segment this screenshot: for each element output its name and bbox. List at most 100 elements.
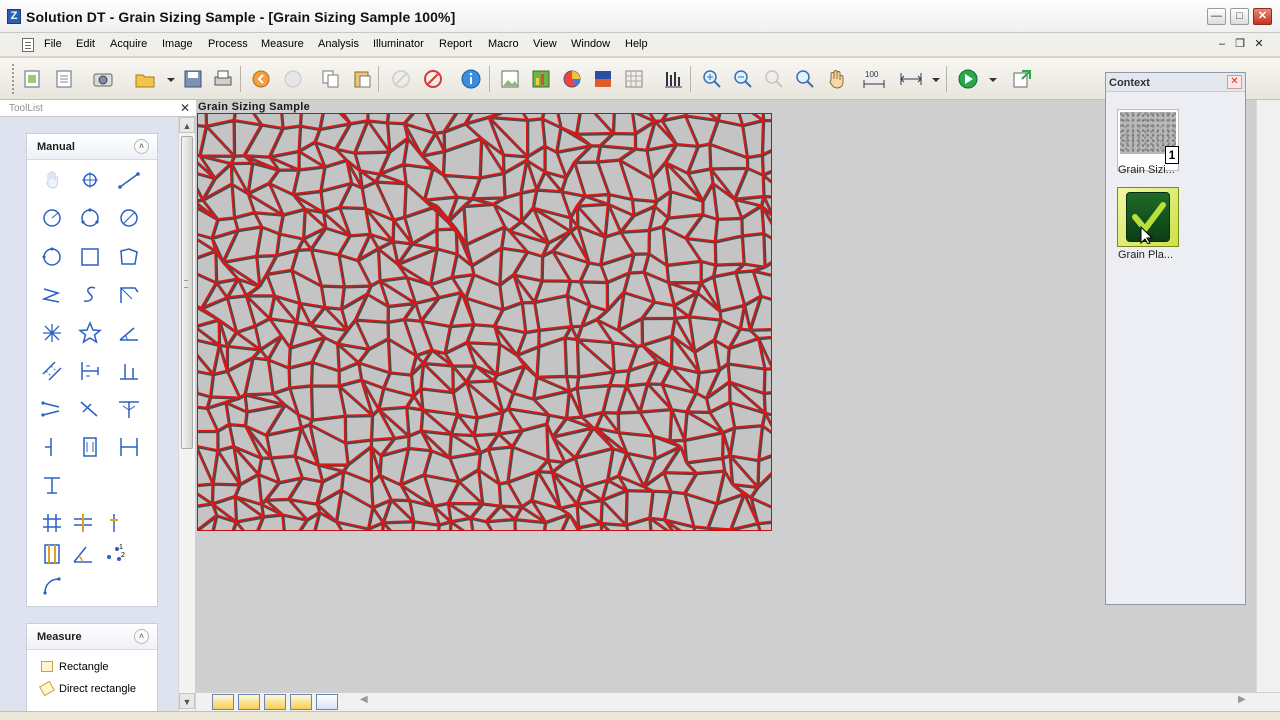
info-icon[interactable]	[460, 68, 482, 90]
grain-plan-icon[interactable]	[1117, 187, 1179, 247]
histogram-icon[interactable]	[592, 68, 614, 90]
perpendicular-tool-icon[interactable]	[77, 396, 103, 422]
circle-points-tool-icon[interactable]	[77, 205, 103, 231]
menu-illuminator[interactable]: Illuminator	[373, 38, 424, 50]
mdi-restore-button[interactable]: ❐	[1232, 37, 1248, 51]
arc-tool-icon[interactable]	[39, 572, 65, 598]
view-mode-button-1[interactable]	[212, 694, 234, 710]
paste-icon[interactable]	[352, 68, 374, 90]
macro-icon[interactable]	[1011, 68, 1033, 90]
width-tool-icon[interactable]	[77, 434, 103, 460]
no-entry-icon[interactable]	[422, 68, 444, 90]
circle-radius-tool-icon[interactable]	[39, 205, 65, 231]
scroll-up-arrow[interactable]: ▲	[179, 117, 195, 133]
menu-image[interactable]: Image	[162, 38, 193, 50]
grid-icon[interactable]	[623, 68, 645, 90]
count-tool-icon[interactable]: 12	[101, 541, 127, 567]
menu-help[interactable]: Help	[625, 38, 648, 50]
menu-report[interactable]: Report	[439, 38, 472, 50]
scale-icon[interactable]: 100	[862, 68, 885, 90]
parallel-lines-tool-icon[interactable]	[39, 358, 65, 384]
view-mode-button-2[interactable]	[238, 694, 260, 710]
toollist-scrollbar[interactable]: ▲ ▼	[178, 117, 195, 711]
grid-tool-icon[interactable]	[39, 510, 65, 536]
text-tool-icon[interactable]	[39, 472, 65, 498]
maximize-button[interactable]: □	[1230, 8, 1249, 25]
measure-item-rectangle[interactable]: Rectangle	[59, 661, 109, 673]
back-icon[interactable]	[250, 68, 272, 90]
polyline-tool-icon[interactable]	[39, 282, 65, 308]
image-icon[interactable]	[499, 68, 521, 90]
vertical-marker-tool-icon[interactable]	[101, 510, 127, 536]
new-document-icon[interactable]	[53, 68, 75, 90]
menu-macro[interactable]: Macro	[488, 38, 519, 50]
context-close-button[interactable]: ✕	[1227, 75, 1242, 89]
h-distance-tool-icon[interactable]	[116, 434, 142, 460]
chart-icon[interactable]	[530, 68, 552, 90]
mdi-minimize-button[interactable]: –	[1214, 37, 1230, 51]
minimize-button[interactable]: —	[1207, 8, 1226, 25]
view-mode-button-4[interactable]	[290, 694, 312, 710]
close-button[interactable]: ✕	[1253, 8, 1272, 25]
menu-window[interactable]: Window	[571, 38, 610, 50]
scroll-right-arrow[interactable]: ▶	[1238, 694, 1246, 705]
polygon-tool-icon[interactable]	[116, 244, 142, 270]
menu-measure[interactable]: Measure	[261, 38, 304, 50]
collapse-icon[interactable]: ˄	[134, 139, 149, 154]
collapse-icon[interactable]: ˄	[134, 629, 149, 644]
open-dropdown-icon[interactable]	[160, 68, 182, 90]
document-icon[interactable]	[22, 38, 34, 52]
pan-hand-icon[interactable]	[825, 68, 847, 90]
run-icon[interactable]	[957, 68, 979, 90]
menu-view[interactable]: View	[533, 38, 557, 50]
caliper-tool-icon[interactable]	[116, 396, 142, 422]
rectangle-tool-icon[interactable]	[77, 244, 103, 270]
measure-item-direct-rectangle[interactable]: Direct rectangle	[59, 683, 136, 695]
menu-file[interactable]: File	[44, 38, 62, 50]
camera-icon[interactable]	[92, 68, 114, 90]
ellipse-tool-icon[interactable]	[39, 244, 65, 270]
measure-group-header[interactable]: Measure ˄	[27, 624, 157, 650]
zoom-in-icon[interactable]	[701, 68, 723, 90]
calibrate-tool-icon[interactable]	[39, 541, 65, 567]
zoom-icon[interactable]	[794, 68, 816, 90]
print-icon[interactable]	[212, 68, 234, 90]
circle-diameter-tool-icon[interactable]	[116, 205, 142, 231]
menu-acquire[interactable]: Acquire	[110, 38, 147, 50]
multi-line-tool-icon[interactable]	[39, 396, 65, 422]
scroll-left-arrow[interactable]: ◀	[360, 694, 368, 705]
measure-icon[interactable]	[899, 68, 922, 90]
document-vertical-scrollbar[interactable]	[1256, 100, 1280, 692]
save-icon[interactable]	[182, 68, 204, 90]
menu-edit[interactable]: Edit	[76, 38, 95, 50]
pie-chart-icon[interactable]	[561, 68, 583, 90]
curve-tool-icon[interactable]	[77, 282, 103, 308]
vertical-line-tool-icon[interactable]	[39, 434, 65, 460]
scroll-down-arrow[interactable]: ▼	[179, 693, 195, 709]
manual-group-header[interactable]: Manual ˄	[27, 134, 157, 160]
horizontal-grid-tool-icon[interactable]	[70, 510, 96, 536]
open-folder-icon[interactable]	[134, 68, 156, 90]
point-tool-icon[interactable]	[77, 167, 103, 193]
angle-polyline-tool-icon[interactable]	[116, 282, 142, 308]
star-lines-tool-icon[interactable]	[39, 320, 65, 346]
menu-process[interactable]: Process	[208, 38, 248, 50]
hand-tool-icon[interactable]	[39, 167, 65, 193]
view-mode-button-5[interactable]	[316, 694, 338, 710]
splitter-grip[interactable]	[184, 280, 188, 288]
star-tool-icon[interactable]	[77, 320, 103, 346]
toolbar-grip[interactable]	[12, 64, 16, 94]
toollist-close-button[interactable]: ✕	[180, 101, 190, 115]
new-image-icon[interactable]	[21, 68, 43, 90]
grain-image[interactable]	[197, 113, 772, 531]
distance-tool-icon[interactable]	[77, 358, 103, 384]
bars-icon[interactable]	[662, 68, 684, 90]
line-tool-icon[interactable]	[116, 167, 142, 193]
forward-icon[interactable]	[282, 68, 304, 90]
grain-sizing-thumbnail[interactable]: 1	[1117, 109, 1179, 171]
zoom-out-icon[interactable]	[732, 68, 754, 90]
view-mode-button-3[interactable]	[264, 694, 286, 710]
angle-tool-icon[interactable]	[116, 320, 142, 346]
copy-icon[interactable]	[320, 68, 342, 90]
menu-analysis[interactable]: Analysis	[318, 38, 359, 50]
